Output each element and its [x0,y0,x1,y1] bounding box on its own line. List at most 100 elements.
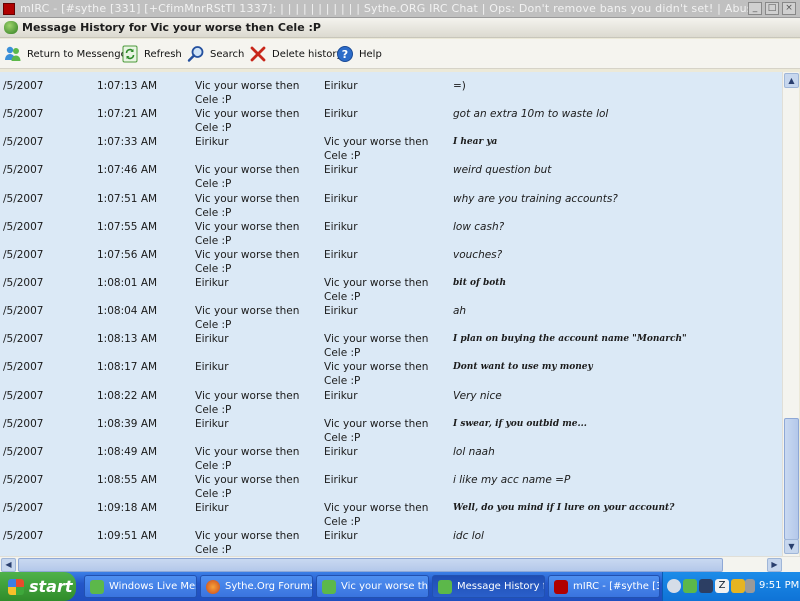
delete-x-icon [250,46,266,62]
message-row[interactable]: /5/2007 1:07:55 AM Vic your worse then Cel… [0,213,782,247]
delete-history-button[interactable]: Delete history [249,43,342,65]
refresh-button[interactable]: Refresh [121,43,182,65]
tray-messenger-icon[interactable] [683,579,697,593]
task-label: Sythe.Org Forums ... [225,581,313,592]
message-row[interactable]: /5/2007 1:08:04 AM Vic your worse then Cel… [0,297,782,331]
message-date: /5/2007 [3,220,44,233]
message-to: Eirikur [324,192,358,205]
task-message-history[interactable]: Message History fo... [432,575,545,598]
task-mirc[interactable]: mIRC - [#sythe [3... [548,575,660,598]
message-time: 1:07:55 AM [97,220,158,233]
message-row[interactable]: /5/2007 1:09:51 AM Vic your worse then Cel… [0,522,782,556]
message-time: 1:07:33 AM [97,136,158,149]
horizontal-scrollbar[interactable]: ◀ ▶ [0,556,800,572]
background-window-titlebar[interactable]: mIRC - [#sythe [331] [+CfimMnrRStTl 1337… [0,0,800,18]
message-row[interactable]: /5/2007 1:07:51 AM Vic your worse then Cel… [0,185,782,219]
message-to: Eirikur [324,80,358,92]
task-label: mIRC - [#sythe [3... [573,581,659,592]
vertical-scrollbar[interactable]: ▲ ▼ [782,72,799,556]
horizontal-scroll-thumb[interactable] [18,558,723,572]
background-window-title: mIRC - [#sythe [331] [+CfimMnrRStTl 1337… [20,2,755,15]
message-date: /5/2007 [3,445,44,458]
message-text: Well, do you mind if I lure on your acco… [453,503,675,514]
message-time: 1:07:13 AM [97,80,158,92]
tray-arrow-icon[interactable] [745,579,755,593]
help-label: Help [359,48,382,60]
clock: 9:51 PM [759,580,800,591]
task-sythe-forums[interactable]: Sythe.Org Forums ... [200,575,313,598]
message-date: /5/2007 [3,361,44,374]
message-history-list[interactable]: /5/2007 1:07:13 AM Vic your worse then Cel… [0,72,782,556]
return-to-messenger-label: Return to Messenger [27,48,131,60]
message-text: weird question but [453,164,552,177]
message-text: idc lol [453,530,484,543]
messenger-people-icon [5,46,21,61]
message-date: /5/2007 [3,473,44,486]
message-from: Eirikur [195,136,229,149]
message-to: Eirikur [324,473,358,486]
tray-zonealarm-icon[interactable]: Z [715,579,729,593]
message-from: Eirikur [195,333,229,346]
return-to-messenger-button[interactable]: Return to Messenger [4,43,131,65]
scroll-left-icon[interactable]: ◀ [1,558,16,572]
minimize-icon[interactable]: _ [748,2,762,15]
system-tray: Z 9:51 PM [662,572,800,601]
vertical-scroll-thumb[interactable] [784,418,799,540]
message-time: 1:09:18 AM [97,502,158,515]
start-label: start [29,577,73,596]
delete-history-label: Delete history [272,48,343,60]
message-to: Eirikur [324,389,358,402]
tray-network-icon[interactable] [699,579,713,593]
scroll-up-icon[interactable]: ▲ [784,73,799,88]
message-to: Eirikur [324,164,358,177]
task-windows-live-messenger[interactable]: Windows Live Mess... [84,575,197,598]
window-title: Message History for Vic your worse then … [22,21,321,34]
message-row[interactable]: /5/2007 1:07:46 AM Vic your worse then Cel… [0,156,782,190]
messenger-icon [438,579,452,594]
message-row[interactable]: /5/2007 1:07:13 AM Vic your worse then Cel… [0,72,782,106]
window-titlebar[interactable]: Message History for Vic your worse then … [0,18,800,38]
tray-volume-icon[interactable] [731,579,745,593]
message-row[interactable]: /5/2007 1:08:01 AM Eirikur Vic your worse t… [0,269,782,303]
message-row[interactable]: /5/2007 1:08:55 AM Vic your worse then Cel… [0,466,782,500]
message-text: I hear ya [453,137,498,148]
message-to: Eirikur [324,220,358,233]
help-icon: ? [337,46,353,62]
message-row[interactable]: /5/2007 1:08:22 AM Vic your worse then Cel… [0,382,782,416]
message-row[interactable]: /5/2007 1:08:49 AM Vic your worse then Cel… [0,438,782,472]
message-time: 1:08:17 AM [97,361,158,374]
tray-app-icon[interactable] [667,579,681,593]
message-time: 1:07:51 AM [97,192,158,205]
message-text: Dont want to use my money [453,362,593,373]
message-time: 1:08:01 AM [97,276,158,289]
message-from: Eirikur [195,361,229,374]
scroll-right-icon[interactable]: ▶ [767,558,782,572]
message-row[interactable]: /5/2007 1:07:56 AM Vic your worse then Cel… [0,241,782,275]
scroll-down-icon[interactable]: ▼ [784,539,799,554]
message-time: 1:09:51 AM [97,530,158,543]
message-text: I swear, if you outbid me... [453,418,587,429]
message-row[interactable]: /5/2007 1:08:39 AM Eirikur Vic your worse t… [0,410,782,444]
taskbar: start Windows Live Mess... Sythe.Org For… [0,572,800,601]
message-from: Eirikur [195,417,229,430]
message-date: /5/2007 [3,333,44,346]
mirc-icon [3,3,15,15]
close-icon[interactable]: × [782,2,796,15]
message-text: Very nice [453,389,502,402]
task-vic-conversation[interactable]: Vic your worse the... [316,575,429,598]
message-date: /5/2007 [3,248,44,261]
search-button[interactable]: Search [187,43,244,65]
message-row[interactable]: /5/2007 1:09:18 AM Eirikur Vic your worse t… [0,494,782,528]
help-button[interactable]: ? Help [336,43,382,65]
message-row[interactable]: /5/2007 1:07:33 AM Eirikur Vic your worse t… [0,128,782,162]
message-row[interactable]: /5/2007 1:08:13 AM Eirikur Vic your worse t… [0,325,782,359]
start-button[interactable]: start [0,572,76,601]
message-row[interactable]: /5/2007 1:08:17 AM Eirikur Vic your worse t… [0,353,782,387]
message-time: 1:07:21 AM [97,108,158,121]
message-to: Eirikur [324,108,358,121]
message-row[interactable]: /5/2007 1:07:21 AM Vic your worse then Cel… [0,100,782,134]
message-time: 1:08:22 AM [97,389,158,402]
message-time: 1:08:04 AM [97,305,158,318]
message-text: got an extra 10m to waste lol [453,108,609,121]
maximize-icon[interactable]: □ [765,2,779,15]
